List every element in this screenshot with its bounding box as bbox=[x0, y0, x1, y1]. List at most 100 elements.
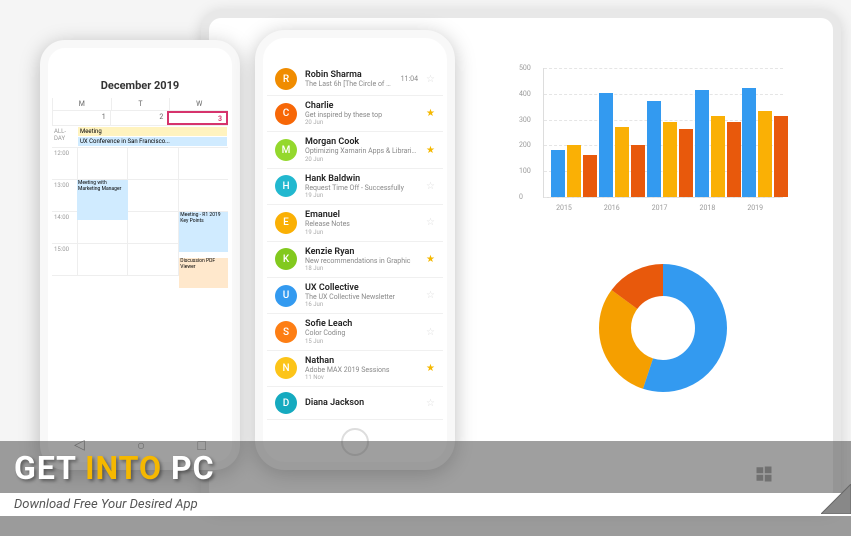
star-icon[interactable]: ★ bbox=[426, 108, 435, 119]
chart-bar bbox=[647, 101, 661, 197]
item-name: Charlie bbox=[305, 101, 418, 111]
star-icon[interactable]: ☆ bbox=[426, 398, 435, 409]
allday-label: ALL-DAY bbox=[52, 126, 77, 147]
star-icon[interactable]: ☆ bbox=[426, 74, 435, 85]
x-axis-label: 2015 bbox=[544, 204, 584, 212]
x-axis-label: 2016 bbox=[592, 204, 632, 212]
chart-bar bbox=[551, 150, 565, 197]
item-date: 18 Jun bbox=[305, 265, 418, 272]
chart-bar bbox=[583, 155, 597, 197]
star-icon[interactable]: ★ bbox=[426, 145, 435, 156]
chart-bar bbox=[742, 88, 756, 197]
list-item[interactable]: CCharlieGet inspired by these top20 Jun★ bbox=[267, 96, 443, 132]
y-axis-label: 0 bbox=[519, 193, 523, 201]
chart-bar bbox=[727, 122, 741, 197]
y-axis-label: 100 bbox=[519, 167, 531, 175]
message-list[interactable]: RRobin SharmaThe Last 6h [The Circle of … bbox=[267, 63, 443, 432]
star-icon[interactable]: ☆ bbox=[426, 290, 435, 301]
calendar-day-header: W bbox=[169, 98, 228, 110]
list-item[interactable]: E EmanuelRelease Notes19 Jun ☆ bbox=[267, 205, 443, 241]
list-item[interactable]: KKenzie RyanNew recommendations in Graph… bbox=[267, 242, 443, 278]
star-icon[interactable]: ★ bbox=[426, 254, 435, 265]
watermark-subtitle: Download Free Your Desired App bbox=[0, 493, 851, 516]
chart-bar bbox=[774, 116, 788, 197]
chart-bar bbox=[679, 129, 693, 197]
list-item[interactable]: UUX CollectiveThe UX Collective Newslett… bbox=[267, 278, 443, 314]
calendar-event[interactable]: Meeting - R1 2019 Key Points bbox=[179, 212, 228, 252]
list-item[interactable]: SSofie LeachColor Coding15 Jun☆ bbox=[267, 314, 443, 350]
chart-bar bbox=[758, 111, 772, 197]
bar-group bbox=[599, 93, 645, 197]
calendar-event[interactable]: Meeting with Marketing Manager bbox=[77, 180, 128, 220]
chart-bar bbox=[615, 127, 629, 197]
phone-calendar-device: December 2019 MTW 123 ALL-DAY MeetingUX … bbox=[40, 40, 240, 470]
y-axis-label: 500 bbox=[519, 64, 531, 72]
avatar: N bbox=[275, 357, 297, 379]
item-date: 15 Jun bbox=[305, 338, 418, 345]
item-subtitle: Adobe MAX 2019 Sessions bbox=[305, 366, 418, 374]
item-date: 20 Jun bbox=[305, 156, 418, 163]
chart-bar bbox=[599, 93, 613, 197]
chart-bar bbox=[695, 90, 709, 197]
list-item[interactable]: RRobin SharmaThe Last 6h [The Circle of … bbox=[267, 63, 443, 96]
list-item[interactable]: NNathanAdobe MAX 2019 Sessions11 Nov★ bbox=[267, 351, 443, 387]
item-date: 11 Nov bbox=[305, 374, 418, 381]
item-date: 20 Jun bbox=[305, 119, 418, 126]
calendar-day-headers: MTW bbox=[52, 98, 228, 111]
x-axis-label: 2019 bbox=[735, 204, 775, 212]
star-icon[interactable]: ☆ bbox=[426, 181, 435, 192]
calendar-date-cell[interactable]: 1 bbox=[52, 111, 110, 125]
time-label: 12:00 bbox=[52, 148, 77, 179]
avatar: R bbox=[275, 68, 297, 90]
avatar: D bbox=[275, 392, 297, 414]
bar-group bbox=[695, 90, 741, 197]
star-icon[interactable]: ☆ bbox=[426, 327, 435, 338]
item-name: Kenzie Ryan bbox=[305, 247, 418, 257]
list-item[interactable]: MMorgan CookOptimizing Xamarin Apps & Li… bbox=[267, 132, 443, 168]
chart-bar bbox=[631, 145, 645, 197]
item-subtitle: Optimizing Xamarin Apps & Libraries bbox=[305, 147, 418, 155]
chart-bar bbox=[711, 116, 725, 197]
calendar-day-header: M bbox=[52, 98, 111, 110]
star-icon[interactable]: ☆ bbox=[426, 217, 435, 228]
x-axis-label: 2018 bbox=[687, 204, 727, 212]
item-date: 19 Jun bbox=[305, 229, 418, 236]
item-subtitle: Get inspired by these top bbox=[305, 111, 418, 119]
corner-fold-icon bbox=[821, 484, 851, 518]
avatar: M bbox=[275, 139, 297, 161]
calendar-date-cell[interactable]: 2 bbox=[110, 111, 168, 125]
calendar-title: December 2019 bbox=[52, 73, 228, 98]
chart-bar bbox=[663, 122, 677, 197]
list-item[interactable]: DDiana Jackson☆ bbox=[267, 387, 443, 420]
item-subtitle: Release Notes bbox=[305, 220, 418, 228]
calendar-allday-event[interactable]: Meeting bbox=[78, 127, 227, 136]
item-name: Robin Sharma bbox=[305, 70, 393, 80]
list-item[interactable]: HHank BaldwinRequest Time Off - Successf… bbox=[267, 169, 443, 205]
item-subtitle: The UX Collective Newsletter bbox=[305, 293, 418, 301]
time-label: 13:00 bbox=[52, 180, 77, 211]
star-icon[interactable]: ★ bbox=[426, 363, 435, 374]
calendar-allday-event[interactable]: UX Conference in San Francisco... bbox=[78, 137, 227, 146]
time-label: 14:00 bbox=[52, 212, 77, 243]
y-axis-label: 300 bbox=[519, 116, 531, 124]
calendar-time-grid[interactable]: 12:0013:0014:0015:00Meeting with Marketi… bbox=[52, 148, 228, 276]
bar-chart: 010020030040050020152016201720182019 bbox=[513, 58, 793, 218]
calendar-day-header: T bbox=[111, 98, 170, 110]
bar-group bbox=[551, 145, 597, 197]
item-subtitle: Color Coding bbox=[305, 329, 418, 337]
calendar-dates[interactable]: 123 bbox=[52, 111, 228, 125]
y-axis-label: 400 bbox=[519, 90, 531, 98]
item-subtitle: New recommendations in Graphic bbox=[305, 257, 418, 265]
item-name: Emanuel bbox=[305, 210, 418, 220]
time-label: 15:00 bbox=[52, 244, 77, 275]
y-axis-label: 200 bbox=[519, 141, 531, 149]
item-date: 19 Jun bbox=[305, 192, 418, 199]
item-subtitle: Request Time Off - Successfully bbox=[305, 184, 418, 192]
avatar: U bbox=[275, 285, 297, 307]
calendar-date-cell[interactable]: 3 bbox=[167, 111, 228, 125]
avatar: E bbox=[275, 212, 297, 234]
calendar-event[interactable]: Discussion PDF Viewer bbox=[179, 258, 228, 288]
calendar-allday-row: ALL-DAY MeetingUX Conference in San Fran… bbox=[52, 125, 228, 148]
phone-list-device: RRobin SharmaThe Last 6h [The Circle of … bbox=[255, 30, 455, 470]
donut-chart bbox=[583, 248, 743, 408]
